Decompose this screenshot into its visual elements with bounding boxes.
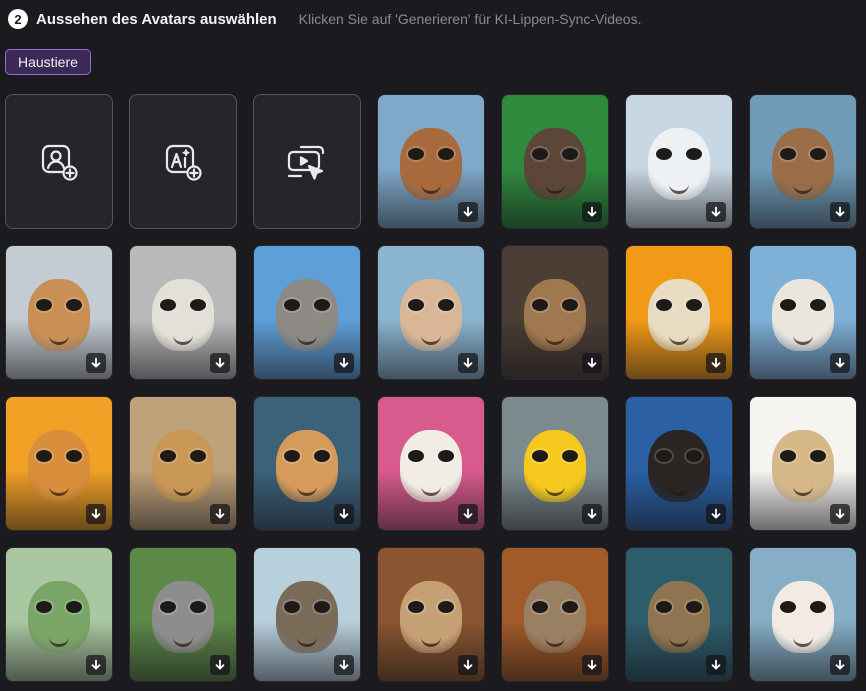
avatar-cat-sunglasses[interactable] (5, 396, 113, 531)
avatar-sloth[interactable] (501, 547, 609, 682)
avatar-eyes (160, 449, 206, 462)
avatar-eyes (36, 449, 82, 462)
download-icon[interactable] (86, 504, 106, 524)
avatar-eyes (36, 600, 82, 613)
download-icon[interactable] (582, 202, 602, 222)
avatar-eyes (656, 298, 702, 311)
download-icon[interactable] (830, 202, 850, 222)
step-header: 2 Aussehen des Avatars auswählen Klicken… (8, 8, 641, 30)
avatar-eyes (36, 298, 82, 311)
avatar-meerkat[interactable] (377, 547, 485, 682)
download-icon[interactable] (458, 504, 478, 524)
avatar-bernese-dog[interactable] (625, 396, 733, 531)
avatar-eyes (532, 600, 578, 613)
avatar-eyes (656, 600, 702, 613)
download-icon[interactable] (706, 353, 726, 373)
avatar-baby-seal[interactable] (625, 94, 733, 229)
avatar-chimpanzee-cap[interactable] (501, 94, 609, 229)
section-hint: Klicken Sie auf 'Generieren' für KI-Lipp… (298, 11, 642, 27)
download-icon[interactable] (334, 353, 354, 373)
avatar-koala[interactable] (129, 547, 237, 682)
avatar-otter-beach[interactable] (253, 547, 361, 682)
download-icon[interactable] (582, 655, 602, 675)
download-icon[interactable] (706, 504, 726, 524)
avatar-white-cat[interactable] (749, 547, 857, 682)
avatar-eyes (532, 298, 578, 311)
avatar-duckling[interactable] (501, 396, 609, 531)
avatar-eyes (656, 147, 702, 160)
avatar-bunny-hat-sunglasses[interactable] (377, 245, 485, 380)
download-icon[interactable] (830, 655, 850, 675)
step-number-badge: 2 (8, 9, 28, 29)
avatar-goat-sunglasses[interactable] (749, 245, 857, 380)
avatar-baby-monkey[interactable] (501, 245, 609, 380)
download-icon[interactable] (582, 504, 602, 524)
download-icon[interactable] (706, 655, 726, 675)
avatar-eyes (780, 298, 826, 311)
avatar-eyes (284, 600, 330, 613)
ai-image-add-icon (165, 144, 202, 181)
avatar-eyes (532, 449, 578, 462)
download-icon[interactable] (86, 655, 106, 675)
avatar-llama-pink-glasses[interactable] (377, 396, 485, 531)
section-title: Aussehen des Avatars auswählen (36, 10, 277, 28)
avatar-owl-orange-hat[interactable] (625, 547, 733, 682)
avatar-eyes (780, 449, 826, 462)
video-avatar-button[interactable] (253, 94, 361, 229)
avatar-cheetah[interactable] (129, 396, 237, 531)
avatar-eyes (284, 449, 330, 462)
avatar-turtle-hat-sunglasses[interactable] (5, 547, 113, 682)
avatar-eyes (408, 298, 454, 311)
avatar-eyes (408, 147, 454, 160)
download-icon[interactable] (210, 353, 230, 373)
download-icon[interactable] (706, 202, 726, 222)
download-icon[interactable] (458, 655, 478, 675)
avatar-capybara-flower-crown[interactable] (749, 94, 857, 229)
download-icon[interactable] (334, 504, 354, 524)
download-icon[interactable] (86, 353, 106, 373)
download-icon[interactable] (582, 353, 602, 373)
avatar-eyes (284, 298, 330, 311)
download-icon[interactable] (458, 202, 478, 222)
video-cursor-icon (287, 145, 325, 180)
avatar-eyes (160, 298, 206, 311)
avatar-spotted-gecko[interactable] (129, 245, 237, 380)
download-icon[interactable] (458, 353, 478, 373)
avatar-sheep-orange-glasses[interactable] (625, 245, 733, 380)
download-icon[interactable] (830, 504, 850, 524)
download-icon[interactable] (210, 655, 230, 675)
avatar-eyes (532, 147, 578, 160)
category-chip-haustiere[interactable]: Haustiere (5, 49, 91, 75)
avatar-highland-cow-sunglasses[interactable] (377, 94, 485, 229)
avatar-donkey[interactable] (253, 245, 361, 380)
avatar-cat-bee-hat[interactable] (253, 396, 361, 531)
avatar-eyes (408, 600, 454, 613)
ai-generate-avatar-button[interactable] (129, 94, 237, 229)
download-icon[interactable] (334, 655, 354, 675)
download-icon[interactable] (830, 353, 850, 373)
download-icon[interactable] (210, 504, 230, 524)
avatar-giraffe[interactable] (5, 245, 113, 380)
avatar-eyes (780, 147, 826, 160)
avatar-hamster-yellow-hoodie[interactable] (749, 396, 857, 531)
upload-photo-avatar-button[interactable] (5, 94, 113, 229)
avatar-eyes (780, 600, 826, 613)
avatar-eyes (160, 600, 206, 613)
user-portrait-add-icon (41, 144, 78, 181)
avatar-eyes (408, 449, 454, 462)
avatar-eyes (656, 449, 702, 462)
avatar-grid (5, 94, 857, 682)
